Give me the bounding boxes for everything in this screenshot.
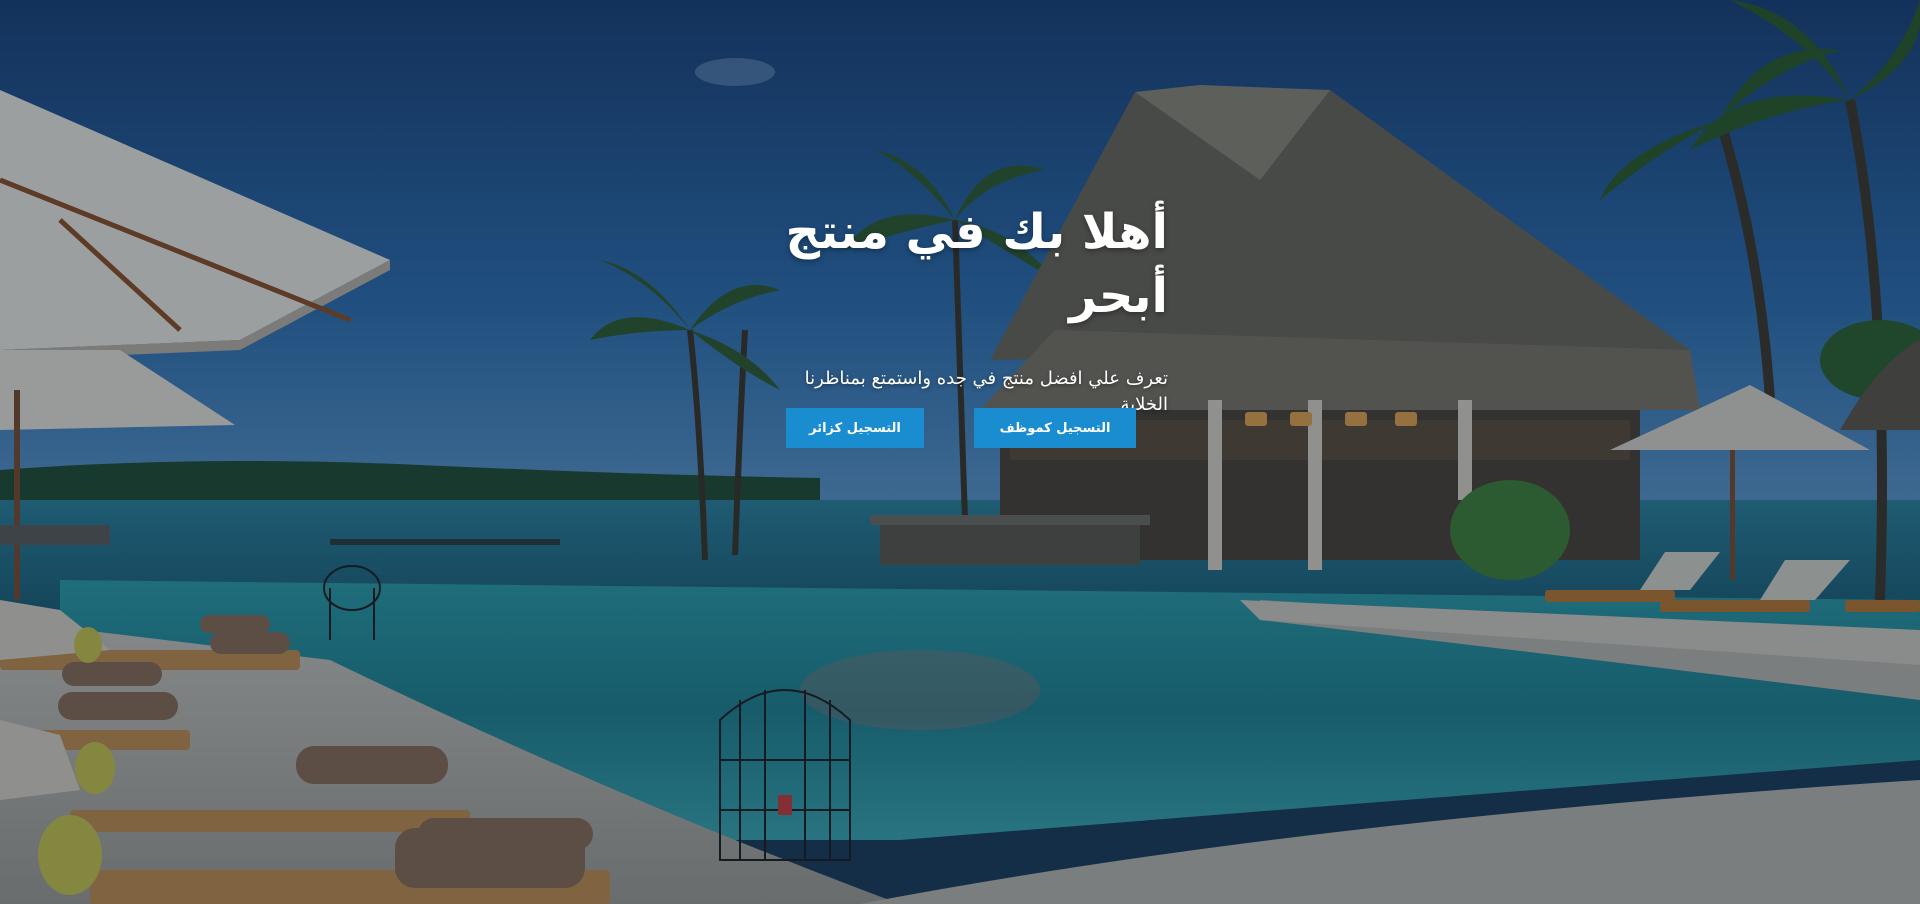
hero-content: أهلا بك في منتج أبحر تعرف علي افضل منتج … bbox=[752, 200, 1168, 418]
hero-section: أهلا بك في منتج أبحر تعرف علي افضل منتج … bbox=[0, 0, 1920, 904]
register-visitor-button[interactable]: التسجيل كزائر bbox=[786, 408, 924, 448]
dark-overlay bbox=[0, 0, 1920, 904]
hero-buttons: التسجيل كموظف التسجيل كزائر bbox=[786, 408, 1136, 448]
register-employee-button[interactable]: التسجيل كموظف bbox=[974, 408, 1136, 448]
hero-title: أهلا بك في منتج أبحر bbox=[785, 204, 1168, 324]
